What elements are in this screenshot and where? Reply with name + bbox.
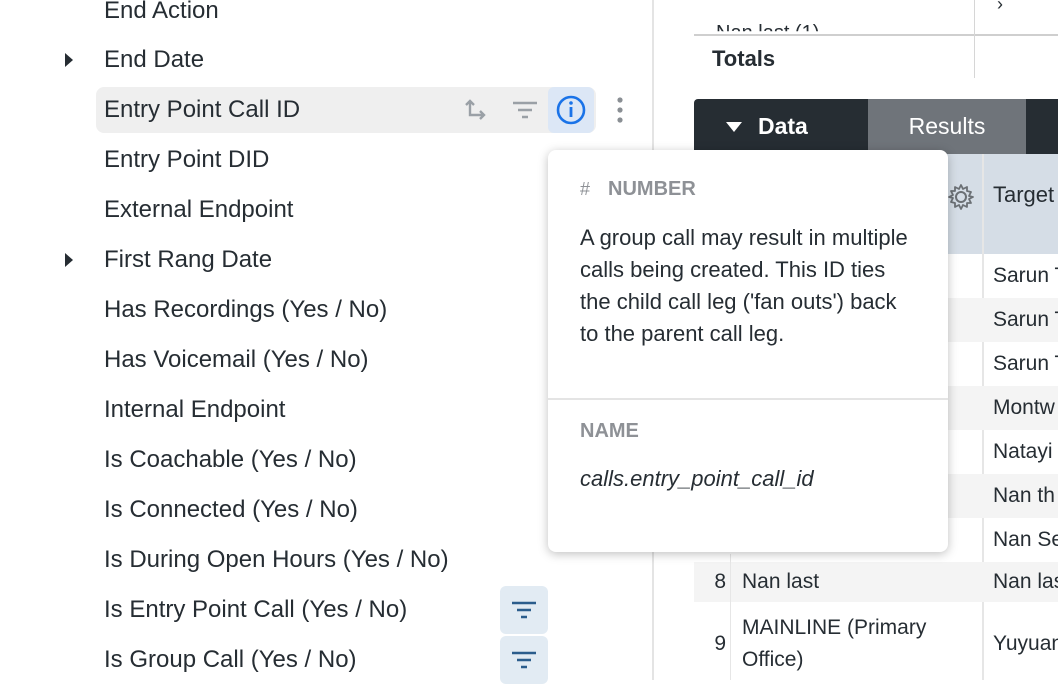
field-label: First Rang Date [104,246,273,273]
cell-name: Nan last [742,570,820,593]
field-label: Entry Point Call ID [104,96,301,123]
cell-target: Sarun T [993,308,1058,331]
field-end-action[interactable]: End Action [96,0,616,34]
info-icon[interactable] [548,87,594,133]
field-label: End Action [104,0,219,24]
expand-caret-icon[interactable] [65,253,73,267]
row-number: 9 [714,632,726,655]
field-label: Is Coachable (Yes / No) [104,446,357,473]
active-filter-button[interactable] [500,636,548,684]
filter-icon [512,651,536,669]
field-internal-endpoint[interactable]: Internal Endpoint [96,387,616,433]
field-name-label: NAME [580,420,639,442]
tab-label: Data [758,113,808,139]
field-is-entry-point-call[interactable]: Is Entry Point Call (Yes / No) [96,586,616,634]
table-row[interactable]: 8 Nan last Nan las [694,562,1058,602]
field-label: Is Group Call (Yes / No) [104,646,357,673]
cell-target: Yuyuan [993,632,1058,655]
field-is-coachable[interactable]: Is Coachable (Yes / No) [96,437,616,483]
chevron-right-icon[interactable]: › [997,0,1003,15]
cell-target: Nan Se [993,528,1058,551]
field-label: Has Recordings (Yes / No) [104,296,388,323]
field-label: Entry Point DID [104,146,270,173]
field-label: Is During Open Hours (Yes / No) [104,546,449,573]
pivot-summary-table: › Nan last (1) Totals [694,0,1058,80]
field-has-voicemail[interactable]: Has Voicemail (Yes / No) [96,337,616,383]
cell-target: Sarun T [993,264,1058,287]
cell-target: Natayi [993,440,1053,463]
field-has-recordings[interactable]: Has Recordings (Yes / No) [96,287,616,333]
cell-target: Montw [993,396,1055,419]
field-first-rang-date[interactable]: First Rang Date [65,237,616,283]
field-external-endpoint[interactable]: External Endpoint [96,187,616,233]
field-type-label: NUMBER [608,178,696,200]
column-header-target[interactable]: Target [993,182,1054,208]
field-label: Internal Endpoint [104,396,286,423]
filter-icon [512,601,536,619]
cell-name-line2: Office) [742,648,804,671]
field-label: Has Voicemail (Yes / No) [104,346,369,373]
expand-caret-icon[interactable] [65,53,73,67]
pivot-icon[interactable] [454,87,500,133]
field-type: # NUMBER [580,178,696,201]
field-entry-point-did[interactable]: Entry Point DID [96,137,616,183]
field-is-connected[interactable]: Is Connected (Yes / No) [96,487,616,533]
field-is-during-open-hours[interactable]: Is During Open Hours (Yes / No) [96,537,616,583]
more-vertical-icon[interactable] [598,87,642,133]
tab-label: Results [908,113,986,139]
column-divider [730,554,731,680]
cell-name-line1: MAINLINE (Primary [742,616,927,639]
field-name-value: calls.entry_point_call_id [580,466,814,491]
totals-label: Totals [712,46,776,71]
hash-icon: # [580,179,591,199]
row-number: 8 [714,570,726,593]
active-filter-button[interactable] [500,586,548,634]
field-label: External Endpoint [104,196,294,223]
cell-target: Sarun T [993,352,1058,375]
caret-down-icon [726,121,742,132]
cell-target: Nan las [993,570,1058,593]
divider [548,398,948,400]
field-label: End Date [104,46,205,73]
field-description: A group call may result in multiple call… [580,225,908,346]
divider [694,34,1058,36]
divider [974,0,975,78]
cell-target: Nan th [993,484,1055,507]
field-info-tooltip: # NUMBER A group call may result in mult… [548,150,948,552]
field-label: Is Connected (Yes / No) [104,496,358,523]
field-entry-point-call-id[interactable]: Entry Point Call ID [96,87,623,133]
tab-bar: Data Results [694,99,1058,154]
tab-results[interactable]: Results [868,99,1026,154]
field-label: Is Entry Point Call (Yes / No) [104,596,408,623]
field-is-group-call[interactable]: Is Group Call (Yes / No) [96,636,616,684]
filter-icon[interactable] [502,87,548,133]
gear-icon[interactable] [946,182,976,217]
tab-data[interactable]: Data [694,99,868,154]
field-end-date[interactable]: End Date [65,37,616,83]
table-row[interactable]: 9 MAINLINE (Primary Office) Yuyuan [694,602,1058,680]
